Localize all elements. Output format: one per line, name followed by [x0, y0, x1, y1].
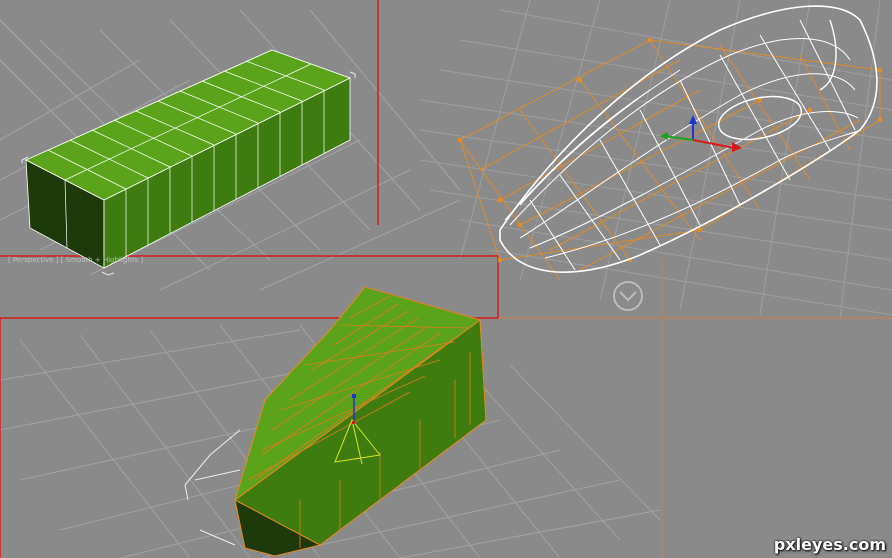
viewport-label[interactable]: [ Perspective ] [ Smooth + Highlights ]: [8, 256, 143, 264]
watermark-text: pxleyes.com: [773, 535, 886, 554]
viewport-background: [0, 0, 892, 558]
viewport-canvas[interactable]: [0, 0, 892, 558]
